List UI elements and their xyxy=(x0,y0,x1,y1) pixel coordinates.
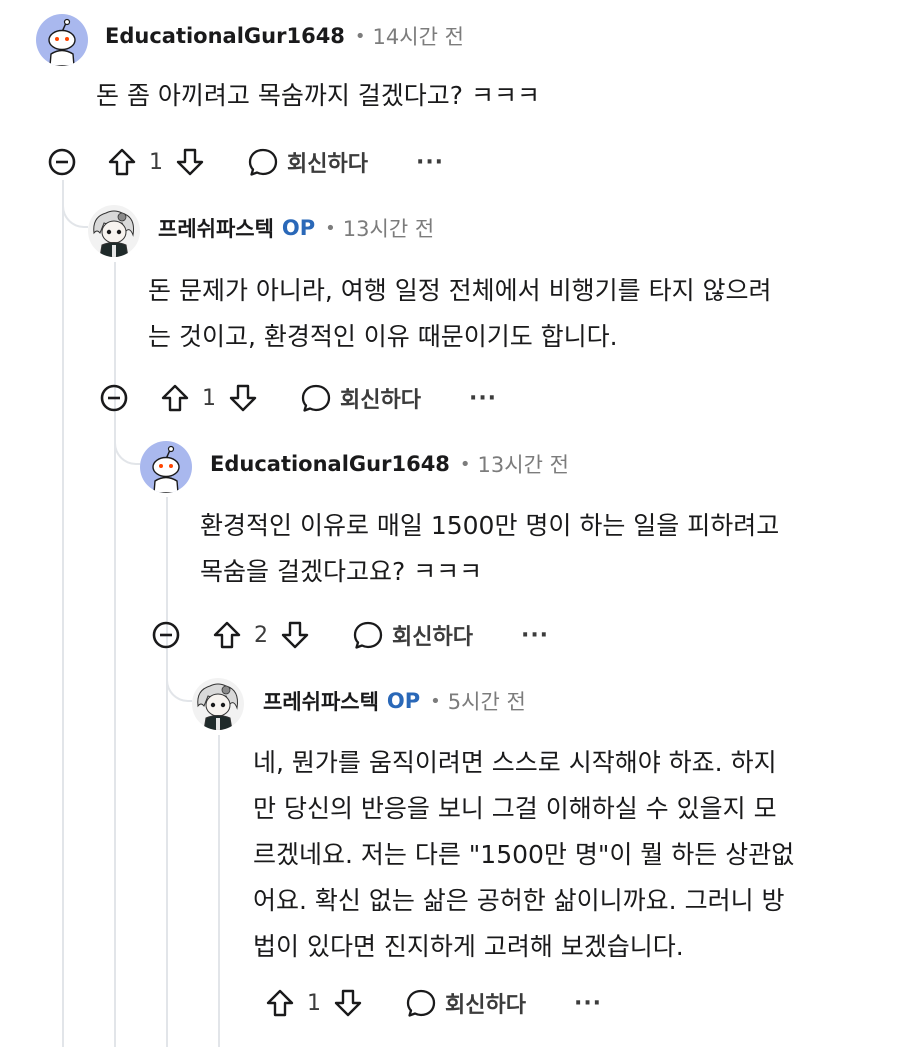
avatar-custom[interactable] xyxy=(88,205,140,257)
separator-dot: • xyxy=(325,217,336,239)
username[interactable]: EducationalGur1648 xyxy=(105,24,345,48)
op-badge: OP xyxy=(386,689,421,713)
reply-label: 회신하다 xyxy=(445,993,526,1018)
reply-label: 회신하다 xyxy=(392,625,473,650)
reply-button[interactable]: 회신하다 xyxy=(405,987,526,1019)
speech-bubble-icon xyxy=(406,989,436,1017)
more-options-button[interactable]: ··· xyxy=(521,623,549,648)
thread-line xyxy=(114,262,116,1047)
timestamp: 13시간 전 xyxy=(342,217,435,241)
comment-body: 환경적인 이유로 매일 1500만 명이 하는 일을 피하려고 목숨을 걸겠다고… xyxy=(200,503,779,595)
comment-line: 환경적인 이유로 매일 1500만 명이 하는 일을 피하려고 xyxy=(200,511,780,540)
minus-circle-icon xyxy=(100,384,128,412)
comment-meta: EducationalGur1648 • 13시간 전 xyxy=(210,447,569,481)
comment-line: 만 당신의 반응을 보니 그걸 이해하실 수 있을지 모 xyxy=(253,794,777,823)
vote-count: 2 xyxy=(254,622,268,648)
timestamp: 14시간 전 xyxy=(372,25,464,49)
downvote-button[interactable] xyxy=(331,986,365,1020)
reply-button[interactable]: 회신하다 xyxy=(352,619,473,651)
comment-meta: 프레쉬파스텍 OP • 13시간 전 xyxy=(158,211,434,245)
thread-line xyxy=(166,497,168,1047)
downvote-button[interactable] xyxy=(278,618,312,652)
collapse-button[interactable] xyxy=(151,620,181,650)
collapse-button[interactable] xyxy=(47,147,77,177)
downvote-button[interactable] xyxy=(226,381,260,415)
upvote-arrow-icon xyxy=(161,384,189,412)
comment-body: 네, 뭔가를 움직이려면 스스로 시작해야 하죠. 하지 만 당신의 반응을 보… xyxy=(253,740,794,970)
reply-label: 회신하다 xyxy=(340,388,421,413)
separator-dot: • xyxy=(459,453,471,475)
upvote-arrow-icon xyxy=(213,621,241,649)
avatar-custom[interactable] xyxy=(192,678,244,730)
comment-actions: 2 회신하다 ··· xyxy=(210,614,549,656)
upvote-button[interactable] xyxy=(105,145,139,179)
upvote-arrow-icon xyxy=(266,989,294,1017)
reply-label: 회신하다 xyxy=(287,152,368,177)
downvote-arrow-icon xyxy=(176,148,204,176)
thread-elbow xyxy=(114,415,140,465)
username[interactable]: 프레쉬파스텍 xyxy=(158,213,274,243)
separator-dot: • xyxy=(354,25,366,47)
comment-meta: 프레쉬파스텍 OP • 5시간 전 xyxy=(263,684,526,718)
downvote-arrow-icon xyxy=(229,384,257,412)
comment-line: 돈 좀 아끼려고 목숨까지 걸겠다고? ㅋㅋㅋ xyxy=(96,81,541,110)
comment-line: 법이 있다면 진지하게 고려해 보겠습니다. xyxy=(253,932,684,961)
comment-actions: 1 회신하다 ··· xyxy=(105,141,444,183)
thread-line xyxy=(218,735,220,1047)
username[interactable]: EducationalGur1648 xyxy=(210,452,450,476)
op-badge: OP xyxy=(281,216,316,240)
speech-bubble-icon xyxy=(301,384,331,412)
more-options-button[interactable]: ··· xyxy=(574,991,602,1016)
downvote-arrow-icon xyxy=(281,621,309,649)
upvote-button[interactable] xyxy=(263,986,297,1020)
separator-dot: • xyxy=(430,690,441,712)
username[interactable]: 프레쉬파스텍 xyxy=(263,686,379,716)
more-options-button[interactable]: ··· xyxy=(416,150,444,175)
more-options-button[interactable]: ··· xyxy=(469,386,497,411)
upvote-button[interactable] xyxy=(210,618,244,652)
reply-button[interactable]: 회신하다 xyxy=(247,146,368,178)
speech-bubble-icon xyxy=(248,148,278,176)
comment-line: 는 것이고, 환경적인 이유 때문이기도 합니다. xyxy=(148,322,618,351)
comment-actions: 1 회신하다 ··· xyxy=(263,982,602,1024)
downvote-button[interactable] xyxy=(173,145,207,179)
reply-button[interactable]: 회신하다 xyxy=(300,382,421,414)
timestamp: 5시간 전 xyxy=(447,690,526,714)
upvote-button[interactable] xyxy=(158,381,192,415)
vote-count: 1 xyxy=(149,149,163,175)
comment-line: 목숨을 걸겠다고요? ㅋㅋㅋ xyxy=(200,557,483,586)
thread-line xyxy=(62,180,64,1047)
avatar-snoo[interactable] xyxy=(36,14,88,66)
comment-line: 네, 뭔가를 움직이려면 스스로 시작해야 하죠. 하지 xyxy=(253,748,777,777)
comment-line: 르겠네요. 저는 다른 "1500만 명"이 뭘 하든 상관없 xyxy=(253,840,795,869)
snoo-avatar-icon xyxy=(36,14,88,66)
collapse-button[interactable] xyxy=(99,383,129,413)
snoo-avatar-icon xyxy=(140,441,192,493)
vote-count: 1 xyxy=(202,385,216,411)
minus-circle-icon xyxy=(152,621,180,649)
speech-bubble-icon xyxy=(353,621,383,649)
comment-actions: 1 회신하다 ··· xyxy=(158,377,497,419)
character-avatar-icon xyxy=(88,205,140,257)
downvote-arrow-icon xyxy=(334,989,362,1017)
comment-line: 어요. 확신 없는 삶은 공허한 삶이니까요. 그러니 방 xyxy=(253,886,785,915)
upvote-arrow-icon xyxy=(108,148,136,176)
comment-body: 돈 문제가 아니라, 여행 일정 전체에서 비행기를 타지 않으려 는 것이고,… xyxy=(148,268,772,360)
avatar-snoo[interactable] xyxy=(140,441,192,493)
minus-circle-icon xyxy=(48,148,76,176)
thread-elbow xyxy=(166,652,192,702)
comment-body: 돈 좀 아끼려고 목숨까지 걸겠다고? ㅋㅋㅋ xyxy=(96,73,540,119)
timestamp: 13시간 전 xyxy=(477,453,569,477)
comment-meta: EducationalGur1648 • 14시간 전 xyxy=(105,19,464,53)
thread-elbow xyxy=(62,180,88,228)
comment-line: 돈 문제가 아니라, 여행 일정 전체에서 비행기를 타지 않으려 xyxy=(148,276,772,305)
vote-count: 1 xyxy=(307,990,321,1016)
character-avatar-icon xyxy=(192,678,244,730)
